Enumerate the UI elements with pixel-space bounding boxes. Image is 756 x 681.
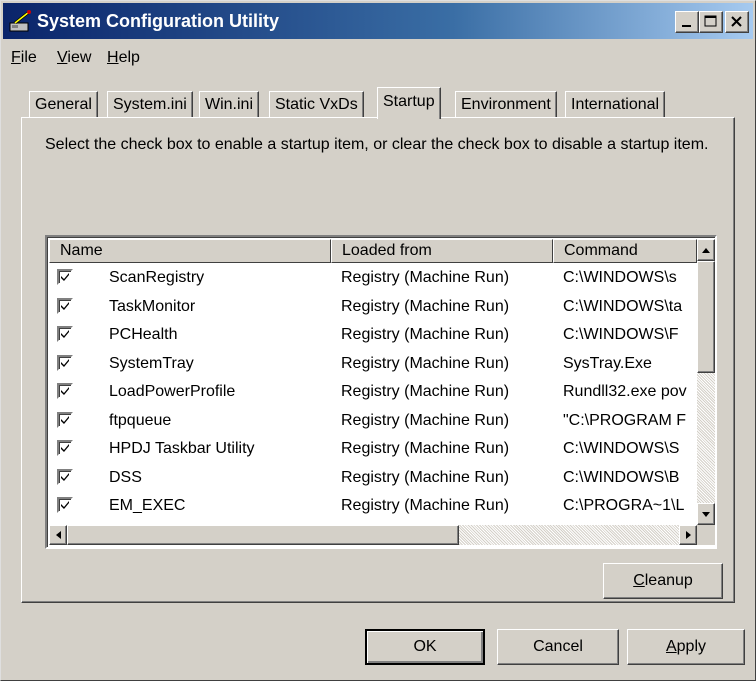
arrow-down-icon — [702, 512, 710, 517]
cell-command: C:\WINDOWS\ta — [563, 297, 683, 315]
cell-loaded-from: Registry (Machine Run) — [341, 354, 510, 372]
cell-command: Rundll32.exe pov — [563, 383, 687, 400]
cleanup-button[interactable]: Cleanup — [603, 563, 723, 599]
menu-help[interactable]: Help — [107, 45, 140, 71]
tab-startup[interactable]: Startup — [377, 87, 441, 119]
cell-name: EM_EXEC — [109, 497, 186, 514]
tab-system-ini[interactable]: System.ini — [107, 91, 193, 118]
scroll-right-button[interactable] — [679, 525, 697, 545]
cell-command: "C:\PROGRAM F — [563, 411, 687, 429]
table-row[interactable]: LoadPowerProfile Registry (Machine Run) Ru… — [49, 379, 697, 405]
column-header-name[interactable]: Name — [49, 239, 331, 263]
menu-view[interactable]: View — [57, 45, 91, 71]
horizontal-scroll-thumb[interactable] — [67, 525, 459, 545]
startup-description: Select the check box to enable a startup… — [45, 136, 709, 153]
table-row[interactable]: TaskMonitor Registry (Machine Run) C:\WIND… — [49, 294, 697, 320]
cell-loaded-from: Registry (Machine Run) — [341, 440, 510, 457]
startup-item-checkbox[interactable] — [57, 411, 73, 428]
table-row[interactable]: PCHealth Registry (Machine Run) C:\WINDOWS… — [49, 322, 697, 348]
startup-item-checkbox[interactable] — [57, 440, 73, 456]
cell-command: C:\WINDOWS\S — [563, 440, 680, 457]
minimize-icon — [682, 25, 691, 27]
table-row[interactable]: ftpqueue Registry (Machine Run) "C:\PROGRA… — [49, 408, 697, 434]
cell-name: SystemTray — [109, 354, 194, 372]
startup-item-checkbox[interactable] — [57, 269, 73, 285]
tab-static-vxds[interactable]: Static VxDs — [269, 91, 364, 118]
column-header-command[interactable]: Command — [553, 239, 697, 263]
table-row[interactable]: ScanRegistry Registry (Machine Run) C:\WIN… — [49, 265, 697, 291]
cell-name: PCHealth — [109, 326, 178, 343]
table-row[interactable]: SystemTray Registry (Machine Run) SysTray.… — [49, 351, 697, 377]
menu-bar: File View Help — [1, 45, 755, 71]
startup-item-checkbox[interactable] — [57, 383, 73, 399]
maximize-icon — [704, 15, 717, 27]
system-configuration-window: System Configuration Utility File View H… — [0, 0, 756, 681]
cell-loaded-from: Registry (Machine Run) — [341, 383, 510, 400]
close-button[interactable] — [725, 11, 749, 33]
startup-item-checkbox[interactable] — [57, 468, 73, 485]
checkmark-icon — [61, 387, 69, 395]
scroll-down-button[interactable] — [697, 503, 715, 525]
vertical-scrollbar[interactable] — [697, 239, 715, 525]
column-header-loaded-from[interactable]: Loaded from — [331, 239, 553, 263]
cell-loaded-from: Registry (Machine Run) — [341, 497, 510, 514]
table-row[interactable]: HPDJ Taskbar Utility Registry (Machine Ru… — [49, 436, 697, 462]
minimize-button[interactable] — [675, 11, 699, 33]
cell-command: C:\WINDOWS\F — [563, 326, 679, 343]
cell-loaded-from: Registry (Machine Run) — [341, 269, 510, 286]
arrow-right-icon — [686, 531, 691, 539]
table-row[interactable]: EM_EXEC Registry (Machine Run) C:\PROGRA~1… — [49, 493, 697, 519]
cell-name: DSS — [109, 468, 142, 486]
scroll-left-button[interactable] — [49, 525, 67, 545]
startup-item-checkbox[interactable] — [57, 497, 73, 513]
arrow-up-icon — [702, 248, 710, 253]
tab-general[interactable]: General — [29, 91, 98, 118]
checkmark-icon — [61, 444, 69, 452]
checkmark-icon — [61, 273, 69, 281]
table-row[interactable]: DSS Registry (Machine Run) C:\WINDOWS\B — [49, 465, 697, 491]
cell-name: ftpqueue — [109, 411, 172, 429]
cell-loaded-from: Registry (Machine Run) — [341, 297, 510, 315]
checkmark-icon — [61, 301, 69, 310]
checkmark-icon — [61, 358, 69, 367]
cell-command: C:\WINDOWS\B — [563, 468, 680, 486]
startup-item-checkbox[interactable] — [57, 326, 73, 342]
checkmark-icon — [61, 472, 69, 481]
window-title: System Configuration Utility — [37, 11, 280, 31]
cell-name: HPDJ Taskbar Utility — [109, 440, 255, 457]
menu-file[interactable]: File — [11, 45, 37, 71]
maximize-button[interactable] — [699, 11, 723, 33]
title-bar[interactable]: System Configuration Utility — [3, 3, 753, 39]
tab-international[interactable]: International — [565, 91, 666, 118]
scroll-up-button[interactable] — [697, 239, 715, 261]
cell-name: ScanRegistry — [109, 269, 205, 286]
scrollbar-corner — [697, 525, 715, 545]
cell-loaded-from: Registry (Machine Run) — [341, 326, 510, 343]
msconfig-app-icon — [9, 10, 31, 32]
checkmark-icon — [61, 501, 69, 509]
cell-loaded-from: Registry (Machine Run) — [341, 411, 510, 429]
checkmark-icon — [61, 415, 69, 424]
cell-name: TaskMonitor — [109, 297, 196, 315]
tab-environment[interactable]: Environment — [455, 91, 557, 118]
startup-items-list[interactable]: Name Loaded from Command ScanRegistry Reg… — [45, 235, 717, 549]
cell-command: C:\PROGRA~1\L — [563, 497, 685, 514]
startup-item-checkbox[interactable] — [57, 297, 73, 314]
arrow-left-icon — [56, 531, 61, 539]
checkmark-icon — [61, 330, 69, 338]
cancel-button[interactable]: Cancel — [497, 629, 619, 665]
vertical-scroll-thumb[interactable] — [697, 261, 715, 373]
apply-button[interactable]: Apply — [627, 629, 745, 665]
cell-command: SysTray.Exe — [563, 354, 652, 372]
close-icon — [731, 16, 742, 27]
tab-win-ini[interactable]: Win.ini — [199, 91, 260, 118]
cell-command: C:\WINDOWS\s — [563, 269, 677, 286]
cell-loaded-from: Registry (Machine Run) — [341, 468, 510, 486]
ok-button[interactable]: OK — [365, 629, 485, 665]
startup-item-checkbox[interactable] — [57, 354, 73, 371]
horizontal-scrollbar[interactable] — [49, 525, 697, 545]
cell-name: LoadPowerProfile — [109, 383, 236, 400]
